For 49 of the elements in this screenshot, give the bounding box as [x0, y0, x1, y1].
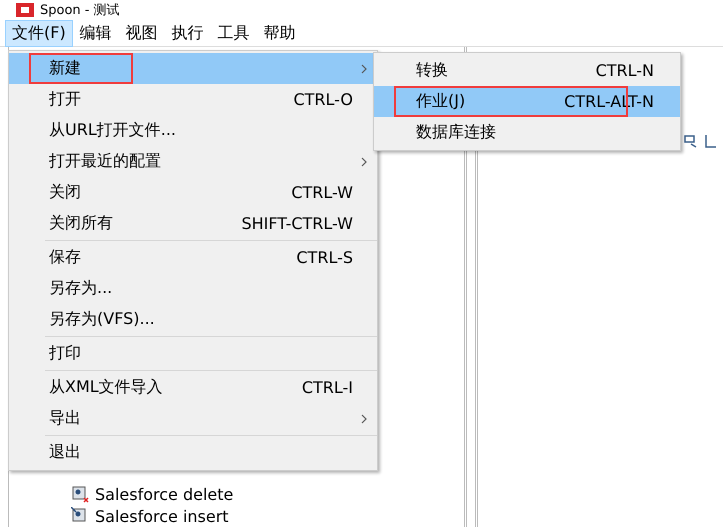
menu-entry[interactable]: 转换 CTRL-N: [374, 55, 680, 86]
menu-label: 另存为...: [49, 278, 112, 299]
menu-label: 作业(J): [416, 91, 466, 112]
menu-entry[interactable]: 退出: [9, 437, 377, 468]
shortcut-label: CTRL-W: [291, 183, 353, 202]
shortcut-label: CTRL-S: [296, 248, 353, 267]
menu-entry[interactable]: 打开最近的配置: [9, 146, 377, 177]
menu-label: 打开最近的配置: [49, 151, 161, 172]
menu-entry[interactable]: 另存为(VFS)...: [9, 304, 377, 335]
menu-entry[interactable]: 打印: [9, 338, 377, 369]
shortcut-label: SHIFT-CTRL-W: [241, 214, 353, 233]
menu-label: 关闭所有: [49, 213, 113, 234]
shortcut-label: CTRL-I: [302, 378, 353, 397]
menu-label: 另存为(VFS)...: [49, 309, 155, 330]
menu-label: 保存: [49, 247, 81, 268]
tree-item[interactable]: Salesforce insert: [95, 506, 229, 526]
menu-label: 退出: [49, 442, 81, 463]
menu-entry[interactable]: 数据库连接: [374, 117, 680, 148]
menu-entry[interactable]: 打开 CTRL-O: [9, 84, 377, 115]
delete-step-icon: [71, 485, 89, 503]
menu-label: 新建: [49, 58, 81, 79]
menu-label: 数据库连接: [416, 122, 496, 143]
menu-label: 打印: [49, 343, 81, 364]
menu-entry[interactable]: 从URL打开文件...: [9, 115, 377, 146]
menu-item[interactable]: 工具: [210, 20, 257, 46]
menu-entry[interactable]: 保存 CTRL-S: [9, 242, 377, 273]
menu-label: 关闭: [49, 182, 81, 203]
menu-label: 转换: [416, 60, 448, 81]
menu-label: 从URL打开文件...: [49, 120, 176, 141]
menu-item[interactable]: 视图: [118, 20, 165, 46]
menu-label: 导出: [49, 408, 81, 429]
menu-entry[interactable]: 另存为...: [9, 273, 377, 304]
shortcut-label: CTRL-N: [596, 61, 654, 80]
menu-label: 打开: [49, 89, 81, 110]
toolbar-icon[interactable]: [703, 133, 719, 149]
menu-item[interactable]: 帮助: [256, 20, 303, 46]
menu-item[interactable]: 编辑: [72, 20, 119, 46]
menu-label: 从XML文件导入: [49, 377, 163, 398]
window-title: Spoon - 测试: [40, 2, 120, 19]
menu-entry[interactable]: 关闭 CTRL-W: [9, 177, 377, 208]
menu-entry[interactable]: 从XML文件导入 CTRL-I: [9, 372, 377, 403]
menu-item[interactable]: 执行: [164, 20, 211, 46]
app-icon: [16, 3, 34, 17]
menu-item[interactable]: 文件(F): [5, 20, 73, 46]
toolbar-icon[interactable]: [683, 133, 699, 149]
tree-item[interactable]: Salesforce delete: [95, 484, 234, 504]
menu-entry[interactable]: 关闭所有 SHIFT-CTRL-W: [9, 208, 377, 239]
menu-entry[interactable]: 导出: [9, 403, 377, 434]
shortcut-label: CTRL-O: [293, 90, 353, 109]
